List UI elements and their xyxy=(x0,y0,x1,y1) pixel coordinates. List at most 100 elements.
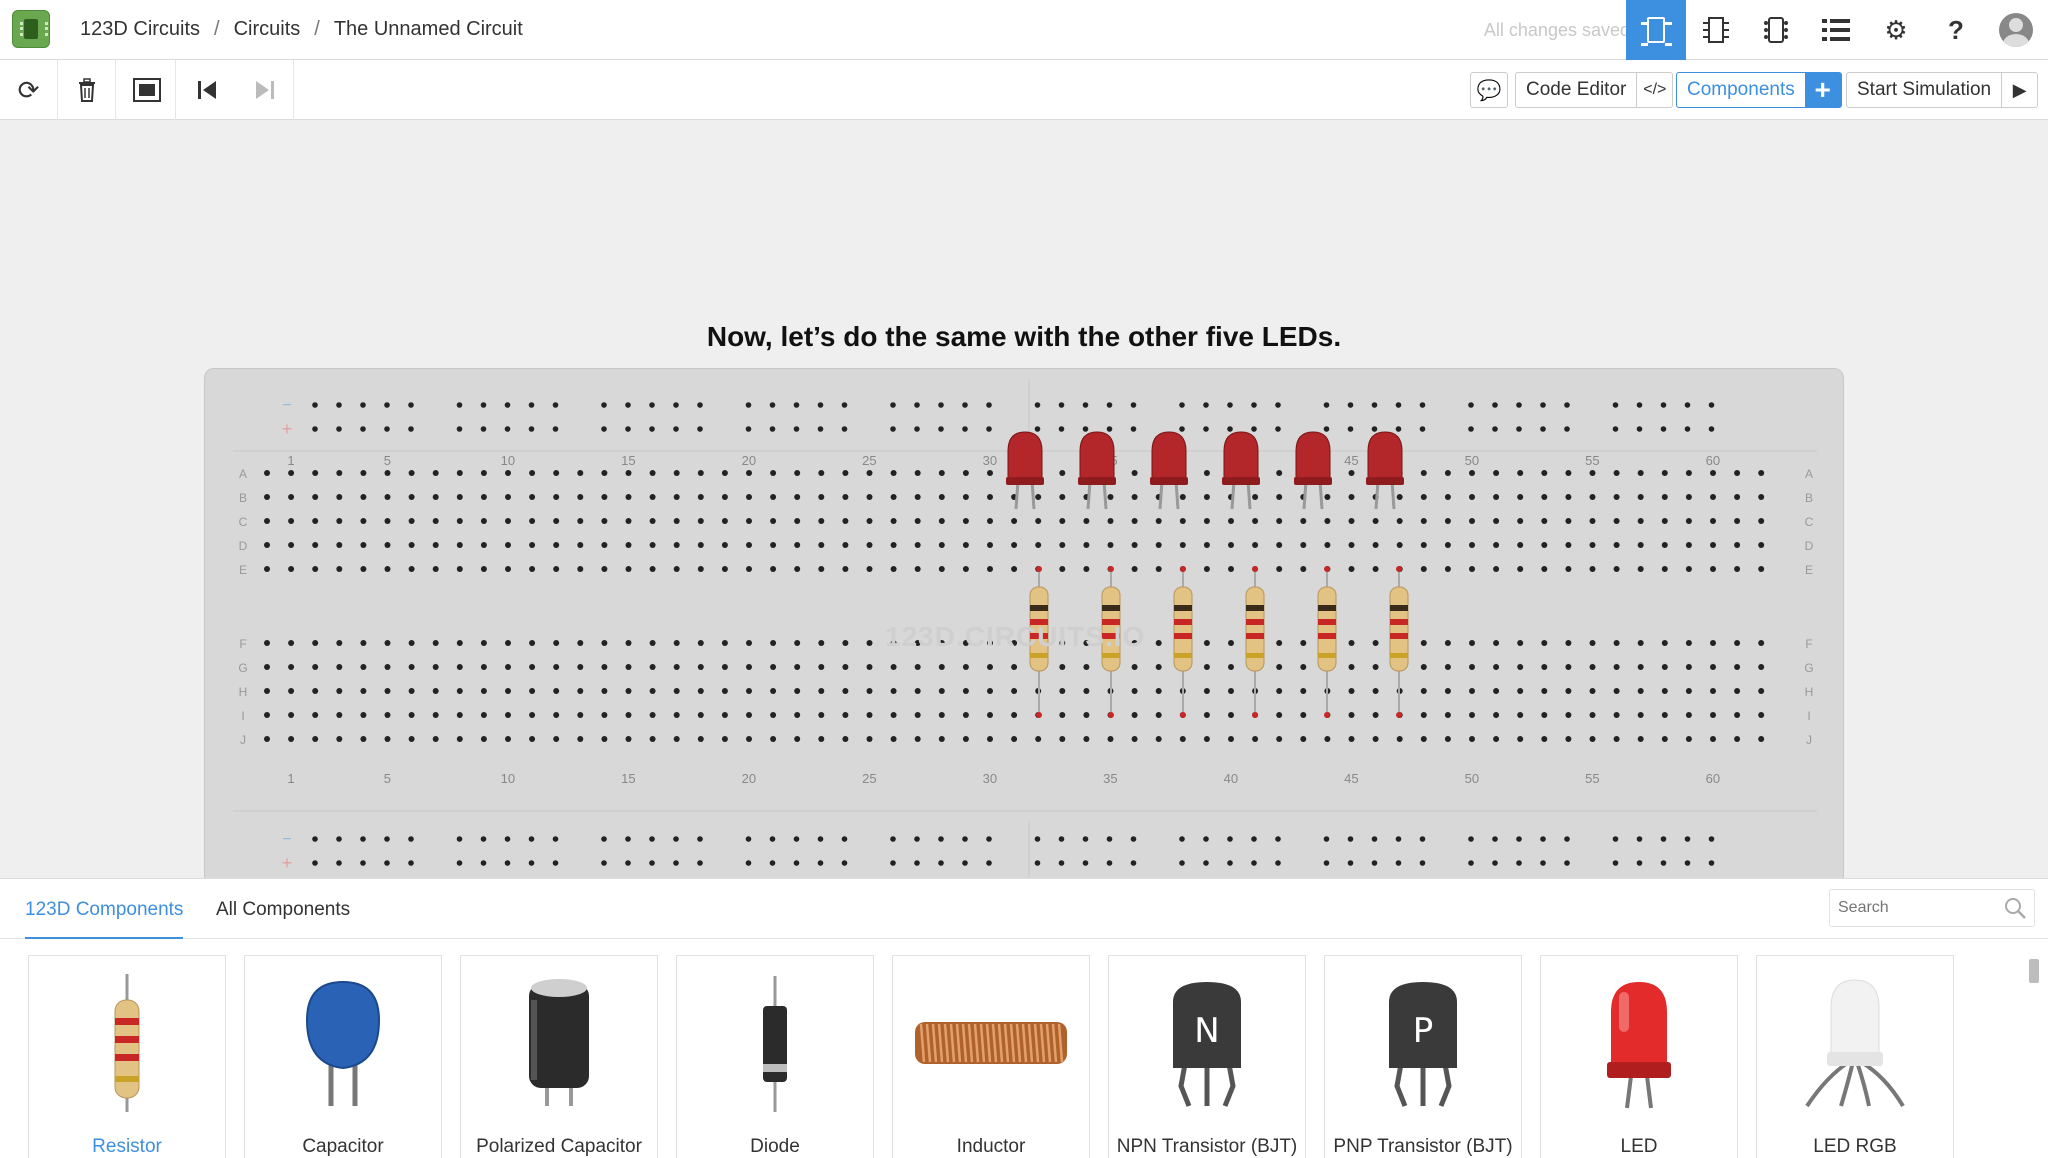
breadboard-hole xyxy=(1396,518,1403,524)
component-card-diode[interactable]: Diode xyxy=(676,955,874,1158)
breadboard-hole xyxy=(577,664,584,670)
breadboard-hole xyxy=(1228,736,1234,742)
help-button[interactable]: ? xyxy=(1926,0,1986,60)
components-button[interactable]: Components + xyxy=(1676,72,1842,108)
tab-123d-components[interactable]: 123D Components xyxy=(25,899,184,939)
breadboard-hole xyxy=(1758,712,1765,718)
column-number: 10 xyxy=(501,453,515,468)
breadboard-hole xyxy=(818,470,825,476)
breadboard-hole xyxy=(987,518,993,524)
breadboard-hole xyxy=(1565,470,1572,476)
annotations-button[interactable]: 💬 xyxy=(1470,72,1508,108)
search-icon[interactable] xyxy=(2004,897,2026,919)
resistor-band xyxy=(1174,619,1192,625)
component-card-capacitor[interactable]: Capacitor xyxy=(244,955,442,1158)
breadboard-hole xyxy=(529,712,536,718)
rail-hole xyxy=(673,402,679,408)
breadboard-hole xyxy=(384,712,391,718)
settings-button[interactable]: ⚙ xyxy=(1866,0,1926,60)
rail-hole xyxy=(360,426,366,432)
delete-button[interactable] xyxy=(58,60,116,120)
component-card-polarized-capacitor[interactable]: Polarized Capacitor xyxy=(460,955,658,1158)
code-editor-button[interactable]: Code Editor </> xyxy=(1515,72,1674,108)
breadboard-hole xyxy=(818,664,825,670)
rail-hole xyxy=(1034,836,1041,842)
breadboard-hole xyxy=(480,470,487,476)
rail-hole xyxy=(1684,836,1691,842)
breadboard-hole xyxy=(1469,688,1475,694)
component-card-npn-transistor[interactable]: N NPN Transistor (BJT) xyxy=(1108,955,1306,1158)
resistor-pin xyxy=(1252,712,1258,718)
rail-hole xyxy=(1468,426,1474,432)
search-input[interactable] xyxy=(1830,890,1990,926)
led-rim xyxy=(1150,477,1188,485)
pcb-view-button[interactable] xyxy=(1746,0,1806,60)
breadboard-hole xyxy=(432,640,439,646)
rail-hole xyxy=(1179,426,1185,432)
component-name: Inductor xyxy=(956,1136,1026,1157)
breadcrumb-circuit-name[interactable]: The Unnamed Circuit xyxy=(334,18,523,40)
row-letter: I xyxy=(241,709,244,723)
scrollbar-thumb[interactable] xyxy=(2029,959,2039,983)
column-number: 30 xyxy=(983,771,997,786)
row-letter: J xyxy=(1806,733,1812,747)
breadboard-hole xyxy=(1372,688,1379,694)
breadboard-hole xyxy=(529,736,536,742)
schematic-view-button[interactable] xyxy=(1686,0,1746,60)
breadboard[interactable]: −+−+115510101515202025253030353540404545… xyxy=(204,368,1844,878)
pcb-view-icon xyxy=(1764,17,1788,43)
breadboard-hole xyxy=(1228,688,1234,694)
column-number: 25 xyxy=(862,771,876,786)
start-simulation-button[interactable]: Start Simulation ▶ xyxy=(1846,72,2039,108)
breadboard-hole xyxy=(746,470,752,476)
redo-button[interactable] xyxy=(236,60,294,120)
fit-to-screen-button[interactable] xyxy=(118,60,176,120)
user-menu-button[interactable] xyxy=(1986,0,2046,60)
resistor-band xyxy=(1246,653,1264,658)
breadboard-hole xyxy=(938,712,945,718)
rail-hole xyxy=(625,860,631,866)
rotate-button[interactable]: ⟳ xyxy=(0,60,58,120)
breadboard-hole xyxy=(1613,664,1620,670)
breadboard-hole xyxy=(625,518,632,524)
component-card-pnp-transistor[interactable]: P PNP Transistor (BJT) xyxy=(1324,955,1522,1158)
breadboard-hole xyxy=(505,640,511,646)
breadboard-hole xyxy=(264,712,270,718)
component-card-led-rgb[interactable]: LED RGB xyxy=(1756,955,1954,1158)
column-number: 25 xyxy=(862,453,876,468)
app-logo-icon[interactable] xyxy=(12,10,50,48)
breadboard-hole xyxy=(1565,518,1572,524)
breadboard-hole xyxy=(1276,640,1283,646)
breadboard-hole xyxy=(1493,518,1500,524)
breadboard-hole xyxy=(1541,736,1548,742)
breadboard-hole xyxy=(1710,518,1716,524)
breadboard-hole xyxy=(360,640,367,646)
rail-hole xyxy=(1106,836,1113,842)
component-name: Resistor xyxy=(92,1136,162,1157)
undo-button[interactable] xyxy=(178,60,236,120)
column-number: 5 xyxy=(384,453,391,468)
rail-hole xyxy=(1540,426,1546,432)
rail-hole xyxy=(504,426,511,432)
component-card-inductor[interactable]: Inductor xyxy=(892,955,1090,1158)
panel-scrollbar[interactable] xyxy=(2026,939,2042,1158)
breadboard-hole xyxy=(1469,736,1475,742)
breadcrumb-circuits-link[interactable]: Circuits xyxy=(234,18,301,40)
breadcrumb-home-link[interactable]: 123D Circuits xyxy=(80,18,200,40)
rail-hole xyxy=(914,860,920,866)
breadboard-view-button[interactable] xyxy=(1626,0,1686,60)
tab-all-components[interactable]: All Components xyxy=(216,899,350,921)
list-view-button[interactable] xyxy=(1806,0,1866,60)
breadboard-hole xyxy=(1589,494,1596,500)
component-card-resistor[interactable]: Resistor xyxy=(28,955,226,1158)
breadboard-hole xyxy=(1589,640,1596,646)
component-card-led[interactable]: LED xyxy=(1540,955,1738,1158)
circuit-canvas[interactable]: Now, let’s do the same with the other fi… xyxy=(0,121,2048,878)
breadboard-hole xyxy=(312,640,319,646)
breadboard-hole xyxy=(336,712,343,718)
breadboard-hole xyxy=(1493,494,1500,500)
breadboard-hole xyxy=(553,566,560,572)
gear-icon: ⚙ xyxy=(1884,14,1908,45)
rail-hole xyxy=(1516,836,1522,842)
breadboard-hole xyxy=(1661,712,1668,718)
